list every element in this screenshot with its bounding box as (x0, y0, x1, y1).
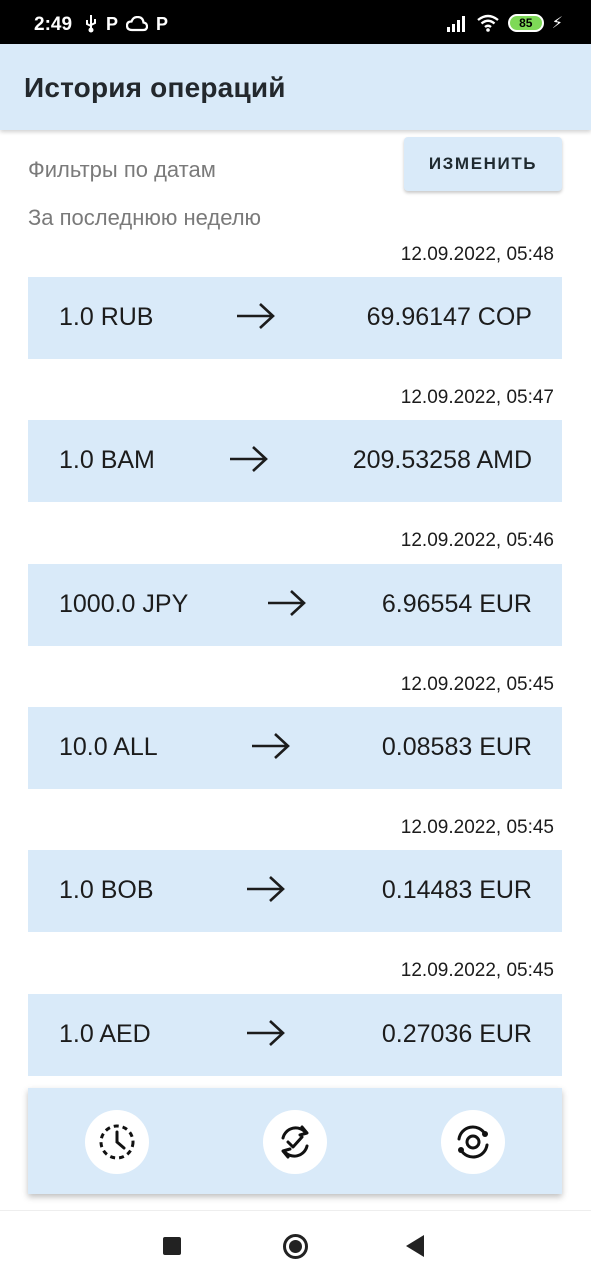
nav-convert-button[interactable] (263, 1110, 327, 1174)
operation-from-amount: 1.0 RUB (59, 303, 154, 331)
operation-to-amount: 69.96147 COP (366, 303, 532, 331)
operation-card[interactable]: 1.0 BOB 0.14483 EUR (28, 850, 562, 932)
operation-card[interactable]: 1.0 BAM 209.53258 AMD (28, 420, 562, 502)
home-icon[interactable] (283, 1234, 308, 1259)
operation-date: 12.09.2022, 05:45 (400, 817, 554, 838)
back-icon[interactable] (406, 1235, 424, 1257)
arrow-right-icon (247, 876, 285, 902)
operation-from-amount: 1.0 BOB (59, 876, 154, 904)
operation-to-amount: 0.27036 EUR (381, 1020, 532, 1048)
operation-card[interactable]: 1.0 AED 0.27036 EUR (28, 994, 562, 1076)
operation-card[interactable]: 1000.0 JPY 6.96554 EUR (28, 564, 562, 646)
history-clock-icon (99, 1124, 135, 1160)
sync-check-icon (281, 1125, 309, 1159)
currency-exchange-icon (457, 1125, 489, 1159)
operation-to-amount: 6.96554 EUR (381, 590, 532, 618)
nav-history-button[interactable] (85, 1110, 149, 1174)
operation-from-amount: 10.0 ALL (59, 733, 158, 761)
operation-to-amount: 0.14483 EUR (381, 876, 532, 904)
arrow-right-icon (237, 303, 275, 329)
recent-apps-icon[interactable] (163, 1237, 181, 1255)
operation-from-amount: 1000.0 JPY (59, 590, 189, 618)
operation-date: 12.09.2022, 05:47 (400, 387, 554, 408)
operation-date: 12.09.2022, 05:46 (400, 530, 554, 551)
home-icon-dot (289, 1240, 302, 1253)
arrow-right-icon (252, 733, 290, 759)
operation-date: 12.09.2022, 05:45 (400, 960, 554, 981)
system-navigation-bar (0, 1210, 591, 1280)
bottom-navigation (28, 1088, 562, 1194)
operation-from-amount: 1.0 BAM (59, 446, 155, 474)
arrow-right-icon (247, 1020, 285, 1046)
operation-card[interactable]: 1.0 RUB 69.96147 COP (28, 277, 562, 359)
operation-to-amount: 0.08583 EUR (381, 733, 532, 761)
operation-card[interactable]: 10.0 ALL 0.08583 EUR (28, 707, 562, 789)
nav-exchange-button[interactable] (441, 1110, 505, 1174)
arrow-right-icon (268, 590, 306, 616)
operation-to-amount: 209.53258 AMD (352, 446, 532, 474)
operation-date: 12.09.2022, 05:45 (400, 674, 554, 695)
operation-from-amount: 1.0 AED (59, 1020, 151, 1048)
operation-date: 12.09.2022, 05:48 (400, 244, 554, 265)
arrow-right-icon (230, 446, 268, 472)
